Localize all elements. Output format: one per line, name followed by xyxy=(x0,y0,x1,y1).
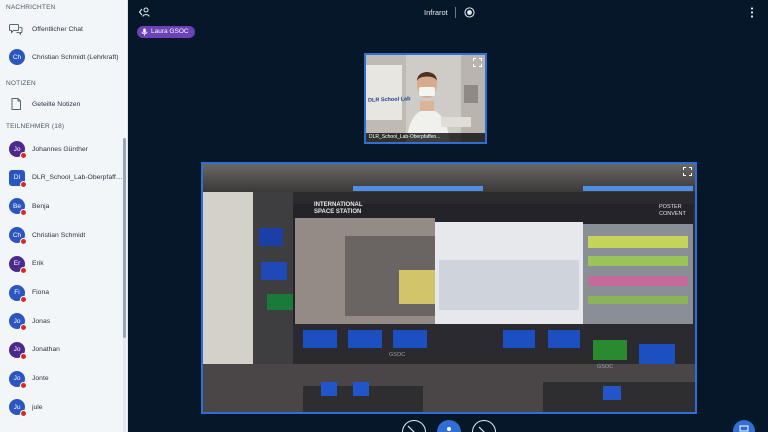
divider xyxy=(455,7,456,18)
participant-name: Jonte xyxy=(32,375,49,383)
right-wall-sign: POSTER CONVENT xyxy=(659,204,686,217)
floor-label-left: GSOC xyxy=(389,352,406,358)
notes-section-title: NOTIZEN xyxy=(6,80,36,87)
messages-section-title: NACHRICHTEN xyxy=(6,4,56,11)
top-bar: Infrarot xyxy=(128,0,768,24)
mute-button[interactable] xyxy=(402,420,426,432)
participant-name: Benja xyxy=(32,202,50,210)
participants-section-title: TEILNEHMER (18) xyxy=(6,123,65,130)
webcam-tile[interactable]: DLR School Lab DLR_School_Lab-Oberpfaffe… xyxy=(364,53,487,144)
screenshare-video xyxy=(203,164,695,412)
participant-item[interactable]: Jo Jonas xyxy=(0,310,122,332)
participant-name: DLR_School_Lab-Oberpfaffe... xyxy=(32,174,124,182)
participant-item[interactable]: Jo Jonathan xyxy=(0,339,122,361)
avatar: DI xyxy=(9,169,27,188)
participant-item[interactable]: Ju jule xyxy=(0,396,122,418)
headphones-icon xyxy=(447,427,451,431)
presentation-icon xyxy=(739,425,749,432)
more-options-icon[interactable] xyxy=(750,7,754,18)
muted-mic-icon xyxy=(20,381,27,389)
participant-name: jule xyxy=(32,403,43,411)
participant-name: Fiona xyxy=(32,289,50,296)
avatar: Fi xyxy=(9,284,27,303)
sidebar: NACHRICHTEN Öffentlicher Chat Ch Christi… xyxy=(0,0,128,432)
avatar: Ch xyxy=(9,227,27,246)
private-chat-item[interactable]: Ch Christian Schmidt (Lehrkraft) xyxy=(0,46,122,68)
muted-mic-icon xyxy=(20,410,27,418)
avatar: Jo xyxy=(9,370,27,389)
avatar: Er xyxy=(9,255,27,274)
participant-item[interactable]: Fi Fiona xyxy=(0,282,122,304)
microphone-off-icon xyxy=(407,425,415,432)
participant-item[interactable]: Ch Christian Schmidt xyxy=(0,224,122,246)
avatar: Ch xyxy=(9,49,25,65)
participant-item[interactable]: Jo Jonte xyxy=(0,368,122,390)
avatar: Jo xyxy=(9,141,27,159)
avatar: Be xyxy=(9,198,27,217)
muted-mic-icon xyxy=(20,266,27,274)
floor-label-right: GSOC xyxy=(597,364,614,370)
avatar: Jo xyxy=(9,341,27,360)
fullscreen-icon[interactable] xyxy=(683,167,692,176)
screenshare-tile[interactable]: INTERNATIONAL SPACE STATION POSTER CONVE… xyxy=(201,162,697,414)
talking-user-name: Laura GSOC xyxy=(151,28,189,35)
private-chat-label: Christian Schmidt (Lehrkraft) xyxy=(32,53,119,61)
muted-mic-icon xyxy=(20,324,27,332)
webcam-caption: DLR_School_Lab-Oberpfaffen... xyxy=(366,133,485,142)
presentation-toggle-button[interactable] xyxy=(733,420,755,432)
scrollbar-thumb[interactable] xyxy=(123,138,126,338)
public-chat-label: Öffentlicher Chat xyxy=(32,25,83,33)
participant-item[interactable]: Jo Johannes Günther xyxy=(0,138,122,160)
muted-mic-icon xyxy=(20,352,27,360)
user-list-toggle-icon[interactable] xyxy=(138,6,151,18)
participant-name: Jonas xyxy=(32,317,51,325)
participant-item[interactable]: DI DLR_School_Lab-Oberpfaffe... xyxy=(0,167,124,189)
video-button[interactable] xyxy=(472,420,496,432)
talking-indicator[interactable]: Laura GSOC xyxy=(137,26,195,38)
muted-mic-icon xyxy=(20,152,27,159)
audio-button[interactable] xyxy=(437,420,461,432)
participant-name: Erik xyxy=(32,260,44,268)
participant-name: Christian Schmidt xyxy=(32,231,86,239)
microphone-icon xyxy=(141,28,148,36)
participant-item[interactable]: Er Erik xyxy=(0,253,122,275)
participant-name: Jonathan xyxy=(32,346,60,354)
fullscreen-icon[interactable] xyxy=(473,58,482,67)
muted-mic-icon xyxy=(20,295,27,303)
camera-off-icon xyxy=(478,426,485,432)
avatar: Jo xyxy=(9,313,27,332)
notes-icon xyxy=(11,98,21,110)
muted-mic-icon xyxy=(20,209,27,217)
participant-name: Johannes Günther xyxy=(32,145,88,153)
participant-item[interactable]: Be Benja xyxy=(0,195,122,217)
public-chat-item[interactable]: Öffentlicher Chat xyxy=(0,18,122,40)
meeting-title: Infrarot xyxy=(424,8,448,17)
record-icon[interactable] xyxy=(464,7,475,18)
shared-notes-label: Geteilte Notizen xyxy=(32,100,81,108)
wall-sign: INTERNATIONAL SPACE STATION xyxy=(314,202,363,215)
shared-notes-item[interactable]: Geteilte Notizen xyxy=(0,93,122,115)
avatar: Ju xyxy=(9,399,27,418)
muted-mic-icon xyxy=(20,180,27,188)
muted-mic-icon xyxy=(20,238,27,246)
chat-icon xyxy=(9,24,23,36)
